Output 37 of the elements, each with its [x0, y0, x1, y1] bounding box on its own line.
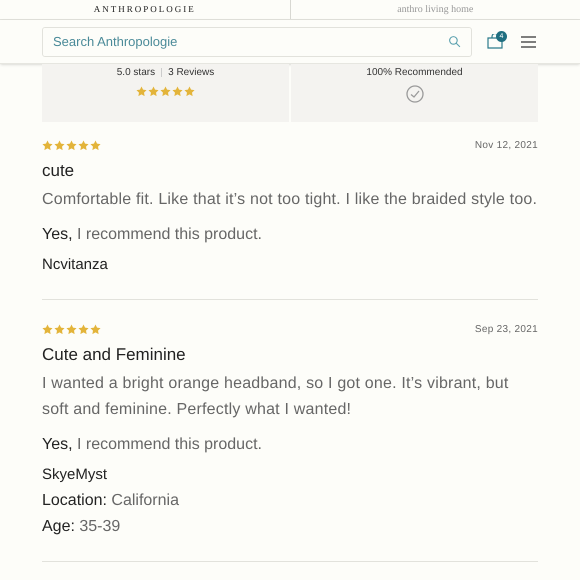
- review-text: I wanted a bright orange headband, so I got one. It’s vibrant, but soft and feminine. Perfectly what I wanted!: [42, 374, 510, 420]
- recommend-statement: Yes, I recommend this product.: [42, 225, 263, 245]
- star-icon: [66, 140, 77, 151]
- reviewer-detail: Location: California: [42, 491, 180, 511]
- brand-logo[interactable]: ANTHROPOLOGIE: [94, 5, 196, 14]
- recommend-text: 100% Recommended: [366, 66, 463, 80]
- reviewer-detail: Age: 35-39: [42, 517, 122, 537]
- star-icon: [42, 140, 53, 151]
- recommend-statement: Yes, I recommend this product.: [42, 435, 263, 455]
- star-icon: [90, 324, 101, 335]
- review-title: Cute and Feminine: [42, 344, 187, 366]
- star-icon: [172, 86, 183, 97]
- star-icon: [66, 324, 77, 335]
- review-date: Sep 23, 2021: [474, 323, 538, 337]
- star-icon: [54, 140, 65, 151]
- reviewer-name: Ncvitanza: [42, 255, 109, 275]
- reviewer-name: SkyeMyst: [42, 465, 108, 485]
- star-icon: [78, 140, 89, 151]
- review-title: cute: [42, 160, 76, 182]
- star-icon: [90, 140, 101, 151]
- check-circle-icon: [406, 85, 424, 103]
- star-icon: [78, 324, 89, 335]
- star-icon: [54, 324, 65, 335]
- search-input[interactable]: Search Anthropologie: [53, 32, 448, 52]
- search-field[interactable]: Search Anthropologie: [42, 26, 472, 56]
- search-icon[interactable]: [448, 35, 461, 48]
- rating-text: 5.0 stars: [116, 66, 156, 80]
- star-icon: [136, 86, 147, 97]
- star-icon: [160, 86, 171, 97]
- shopping-bag-icon[interactable]: [487, 34, 503, 49]
- star-icon: [42, 324, 53, 335]
- star-icon: [148, 86, 159, 97]
- star-icon: [184, 86, 195, 97]
- menu-icon[interactable]: [521, 36, 536, 48]
- review-count[interactable]: 3 Reviews: [168, 65, 214, 80]
- review-date: Nov 12, 2021: [474, 139, 538, 153]
- review-text: Comfortable fit. Like that it’s not too tight. I like the braided style too.: [42, 190, 538, 210]
